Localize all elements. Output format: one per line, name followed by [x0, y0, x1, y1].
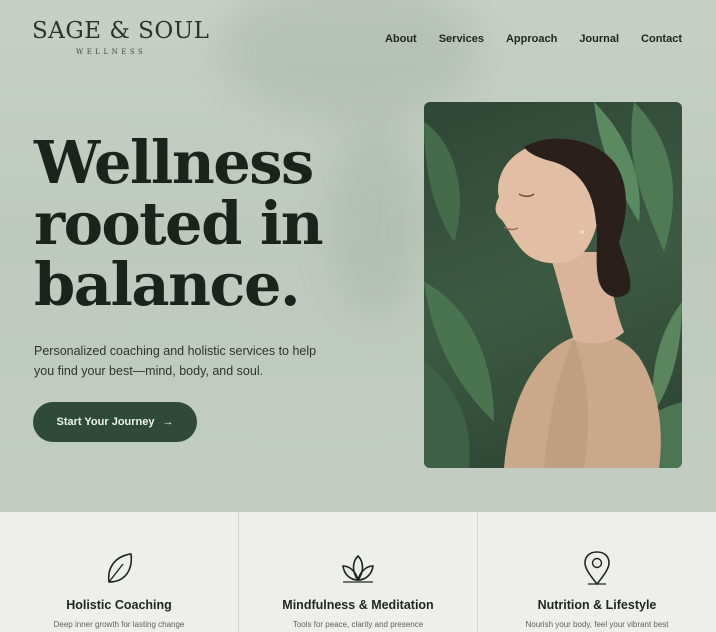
- hero-subtext: Personalized coaching and holistic servi…: [34, 341, 364, 381]
- lotus-icon: [342, 554, 374, 583]
- leaf-icon: [107, 553, 133, 583]
- feature-card[interactable]: Mindfulness & Meditation Tools for peace…: [238, 512, 477, 632]
- hero-section: SAGE & SOUL WELLNESS About Services Appr…: [0, 0, 716, 512]
- start-journey-button[interactable]: Start Your Journey →: [33, 402, 197, 442]
- nav-about[interactable]: About: [385, 33, 417, 45]
- brand-logo[interactable]: SAGE & SOUL WELLNESS: [32, 18, 210, 57]
- main-nav: About Services Approach Journal Contact: [385, 33, 682, 45]
- feature-desc: Deep inner growth for lasting change: [53, 620, 185, 629]
- location-pin-icon: [584, 551, 610, 586]
- subtext-line: Personalized coaching and holistic servi…: [34, 344, 317, 358]
- meditating-woman-illustration: [424, 102, 682, 468]
- subtext-line: you find your best—mind, body, and soul.: [34, 364, 264, 378]
- headline-line: rooted in: [34, 189, 324, 258]
- feature-title: Mindfulness & Meditation: [282, 598, 434, 612]
- hero-photo: [424, 102, 682, 468]
- feature-card[interactable]: Holistic Coaching Deep inner growth for …: [0, 512, 238, 632]
- feature-desc: Tools for peace, clarity and presence: [292, 620, 424, 629]
- brand-tagline: WELLNESS: [76, 48, 147, 56]
- nav-approach[interactable]: Approach: [506, 33, 557, 45]
- features-section: Holistic Coaching Deep inner growth for …: [0, 512, 716, 632]
- nav-services[interactable]: Services: [439, 33, 484, 45]
- hero-headline: Wellness rooted in balance.: [34, 132, 364, 315]
- nav-contact[interactable]: Contact: [641, 33, 682, 45]
- headline-line: Wellness: [34, 128, 314, 197]
- arrow-right-icon: →: [162, 416, 174, 428]
- cta-label: Start Your Journey: [56, 416, 155, 428]
- nav-journal[interactable]: Journal: [579, 33, 619, 45]
- feature-card[interactable]: Nutrition & Lifestyle Nourish your body,…: [477, 512, 716, 632]
- feature-title: Holistic Coaching: [66, 598, 172, 612]
- feature-title: Nutrition & Lifestyle: [537, 598, 657, 612]
- brand-name: SAGE & SOUL: [32, 18, 210, 44]
- headline-line: balance.: [34, 250, 301, 319]
- feature-desc: Nourish your body, feel your vibrant bes…: [525, 620, 669, 629]
